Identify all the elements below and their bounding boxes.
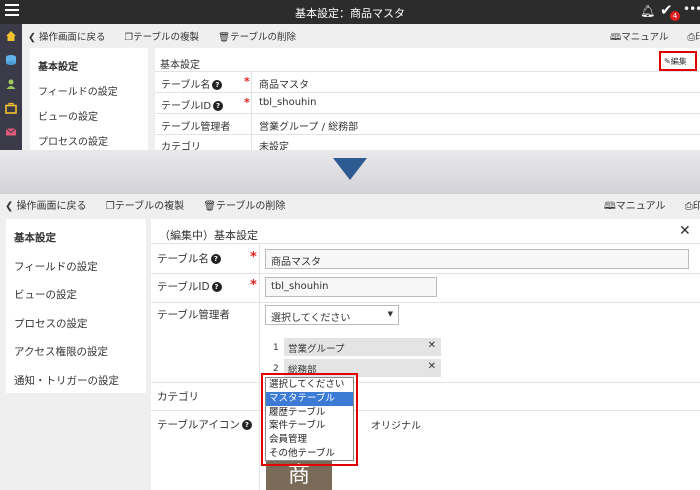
toolbar-top: ❮ 操作画面に戻る ❐テーブルの複製 🗑︎テーブルの削除 — [28, 29, 312, 43]
back-link[interactable]: ❮ 操作画面に戻る — [5, 201, 95, 212]
sidenav-item-basic[interactable]: 基本設定 — [38, 58, 78, 73]
edit-panel: （編集中）基本設定 ✕ テーブル名? * 商品マスタ テーブルID? * tbl… — [151, 219, 700, 490]
divider — [151, 410, 700, 411]
sidenav-bottom: 基本設定 フィールドの設定 ビューの設定 プロセスの設定 アクセス権限の設定 通… — [6, 219, 146, 393]
table-admin-label: テーブル管理者 — [157, 309, 230, 321]
sidenav-item-views[interactable]: ビューの設定 — [14, 287, 77, 302]
copy-table-link[interactable]: ❐テーブルの複製 — [106, 201, 192, 212]
manual-link[interactable]: 🕮︎マニュアル — [610, 32, 676, 43]
row-table-id: テーブルID? * tbl_shouhin — [155, 93, 700, 114]
icon-option-original[interactable]: オリジナル — [371, 417, 421, 432]
caret-down-icon: ▼ — [387, 310, 393, 318]
print-link[interactable]: ⎙印刷 — [687, 32, 700, 43]
required-mark: * — [250, 278, 257, 293]
help-icon[interactable]: ? — [241, 420, 252, 430]
remove-icon[interactable]: ✕ — [428, 361, 436, 372]
help-icon[interactable]: ? — [213, 101, 224, 111]
mail-icon[interactable] — [5, 126, 17, 138]
help-icon[interactable]: ? — [212, 80, 223, 90]
admin-tag: 営業グループ ✕ — [284, 338, 441, 356]
edit-button[interactable]: ✎編集 — [664, 56, 687, 67]
remove-icon[interactable]: ✕ — [428, 340, 436, 351]
down-arrow-icon — [333, 158, 367, 180]
database-icon[interactable] — [5, 54, 17, 66]
row-value: 営業グループ / 総務部 — [259, 122, 359, 133]
row-table-admin: テーブル管理者 営業グループ / 総務部 — [155, 114, 700, 135]
sidenav-item-notifications[interactable]: 通知・トリガーの設定 — [14, 373, 119, 388]
help-icon[interactable]: ? — [210, 254, 221, 264]
dropdown-highlight — [261, 373, 358, 466]
print-link[interactable]: ⎙印刷 — [685, 201, 700, 212]
more-menu-icon[interactable]: ••• — [683, 2, 700, 16]
page-title: 基本設定：商品マスタ — [295, 7, 405, 20]
divider — [151, 243, 700, 244]
category-label: カテゴリ — [157, 391, 199, 403]
row-label: テーブル名? — [161, 76, 223, 91]
delete-table-link[interactable]: 🗑︎テーブルの削除 — [218, 32, 304, 43]
copy-table-link[interactable]: ❐テーブルの複製 — [125, 32, 207, 43]
required-mark: * — [244, 75, 250, 88]
column-divider — [259, 244, 260, 490]
toolbar-top-right: 🕮︎マニュアル ⎙印刷 — [610, 29, 700, 46]
sidenav-item-process[interactable]: プロセスの設定 — [38, 133, 108, 148]
table-id-label: テーブルID? — [157, 279, 222, 294]
required-mark: * — [244, 96, 250, 109]
row-label: テーブルID? — [161, 97, 224, 112]
sidenav-top: 基本設定 フィールドの設定 ビューの設定 プロセスの設定 — [30, 48, 148, 150]
notification-badge: 4 — [670, 11, 680, 21]
row-value: tbl_shouhin — [259, 97, 317, 108]
delete-table-link[interactable]: 🗑︎テーブルの削除 — [203, 201, 293, 212]
toolbar-bottom-right: 🕮︎マニュアル ⎙印刷 — [604, 197, 700, 216]
divider — [151, 273, 700, 274]
close-icon[interactable]: ✕ — [679, 223, 691, 239]
manual-link[interactable]: 🕮︎マニュアル — [604, 201, 674, 212]
sidenav-item-process[interactable]: プロセスの設定 — [14, 316, 88, 331]
home-icon[interactable] — [5, 30, 17, 42]
column-divider — [251, 72, 252, 150]
table-id-input[interactable]: tbl_shouhin — [265, 277, 437, 297]
admin-number: 1 — [273, 343, 279, 353]
table-name-input[interactable]: 商品マスタ — [265, 249, 689, 269]
panel-title: 基本設定 — [160, 60, 200, 71]
bell-icon[interactable]: 🔔︎ — [640, 4, 655, 18]
back-link[interactable]: ❮ 操作画面に戻る — [28, 32, 114, 43]
panel-title: （編集中）基本設定 — [159, 229, 258, 242]
required-mark: * — [250, 250, 257, 265]
divider — [151, 382, 700, 383]
help-icon[interactable]: ? — [211, 282, 222, 292]
row-value: 商品マスタ — [259, 80, 309, 91]
row-category: カテゴリ 未設定 — [155, 135, 700, 153]
sidenav-item-access[interactable]: アクセス権限の設定 — [14, 344, 108, 359]
row-label: テーブル管理者 — [161, 122, 231, 133]
sidenav-item-views[interactable]: ビューの設定 — [38, 108, 98, 123]
basic-settings-panel-top: 基本設定 ✎編集 テーブル名? * 商品マスタ テーブルID? * tbl_sh… — [155, 48, 700, 153]
table-name-label: テーブル名? — [157, 251, 221, 266]
sidenav-item-basic[interactable]: 基本設定 — [14, 230, 56, 245]
divider — [151, 302, 700, 303]
table-icon-label: テーブルアイコン? — [157, 417, 252, 432]
toolbar-bottom: ❮ 操作画面に戻る ❐テーブルの複製 🗑︎テーブルの削除 — [5, 197, 301, 212]
admin-select[interactable]: 選択してください ▼ — [265, 305, 399, 325]
sidenav-item-fields[interactable]: フィールドの設定 — [14, 259, 98, 274]
user-icon[interactable] — [5, 78, 17, 90]
app-header: 基本設定：商品マスタ 🔔︎ ✔ 4 ••• — [0, 0, 700, 24]
row-table-name: テーブル名? * 商品マスタ — [155, 72, 700, 93]
icon-rail — [0, 24, 22, 150]
briefcase-icon[interactable] — [5, 102, 17, 114]
sidenav-item-fields[interactable]: フィールドの設定 — [38, 83, 118, 98]
